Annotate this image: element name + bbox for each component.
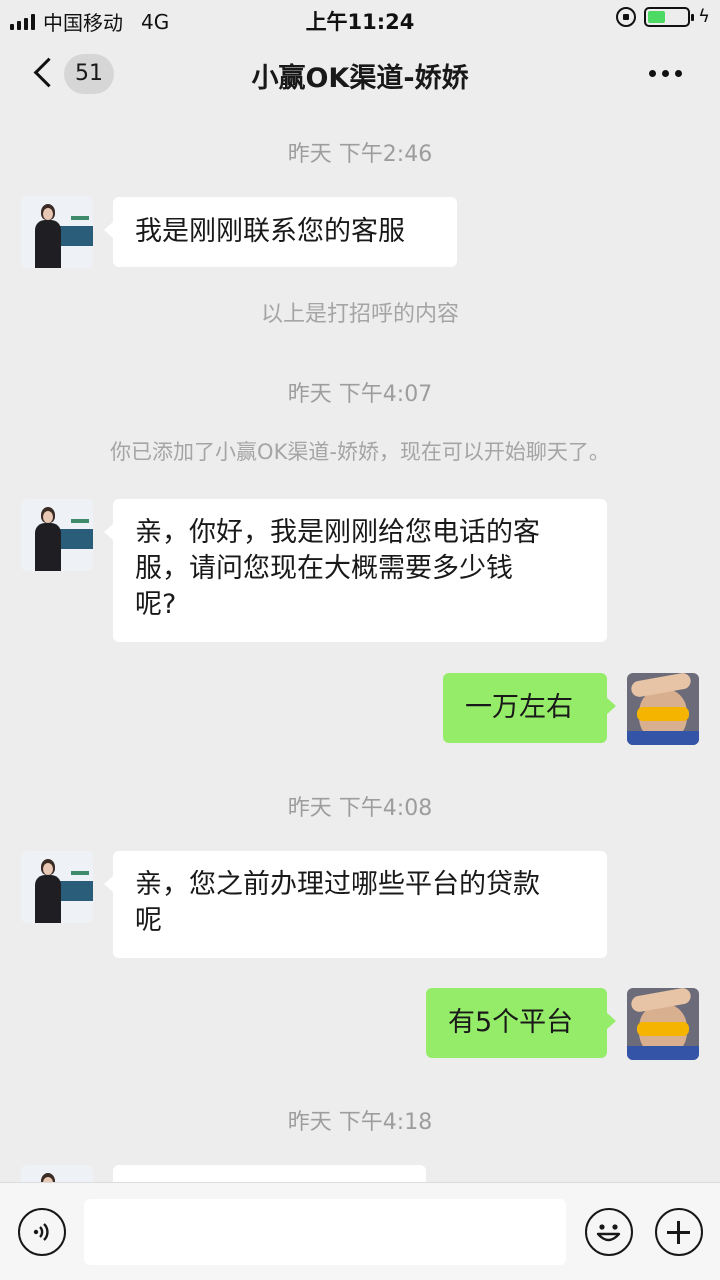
more-dots-icon[interactable] xyxy=(649,70,682,77)
agent-avatar[interactable] xyxy=(21,499,93,571)
outgoing-message[interactable]: 一万左右 xyxy=(443,673,616,743)
plus-icon[interactable] xyxy=(655,1208,703,1256)
timestamp: 昨天 下午4:07 xyxy=(287,382,433,407)
agent-avatar[interactable] xyxy=(21,196,93,268)
message-line: 呢? xyxy=(135,589,177,620)
agent-avatar[interactable] xyxy=(21,851,93,923)
timestamp: 昨天 下午4:18 xyxy=(287,1110,433,1135)
user-avatar[interactable] xyxy=(627,988,699,1060)
status-bar: 中国移动 4G 上午11:24 ϟ xyxy=(0,0,720,36)
rotation-lock-icon xyxy=(616,6,637,27)
system-note: 你已添加了小赢OK渠道-娇娇，现在可以开始聊天了。 xyxy=(110,440,610,464)
outgoing-message[interactable]: 有5个平台 xyxy=(426,988,616,1058)
input-bar xyxy=(0,1182,720,1280)
message-line: 亲，你好，我是刚刚给您电话的客 xyxy=(135,517,540,548)
message-line: 服，请问您现在大概需要多少钱 xyxy=(135,553,513,584)
timestamp: 昨天 下午4:08 xyxy=(287,796,433,821)
status-right: ϟ xyxy=(616,6,710,27)
incoming-message-partial[interactable] xyxy=(113,1165,426,1182)
charging-icon: ϟ xyxy=(698,6,710,27)
system-note: 以上是打招呼的内容 xyxy=(260,302,459,327)
timestamp: 昨天 下午2:46 xyxy=(287,142,433,167)
incoming-message[interactable]: 我是刚刚联系您的客服 xyxy=(104,197,457,267)
message-input[interactable] xyxy=(84,1199,566,1265)
battery-icon xyxy=(644,6,695,27)
incoming-message[interactable]: 亲，您之前办理过哪些平台的贷款 呢 xyxy=(104,851,607,958)
voice-icon[interactable] xyxy=(18,1208,66,1256)
unread-count-badge[interactable]: 51 xyxy=(64,54,114,94)
emoji-icon[interactable] xyxy=(585,1208,633,1256)
back-icon[interactable] xyxy=(30,56,60,90)
chat-title: 小赢OK渠道-娇娇 xyxy=(251,63,469,94)
user-avatar[interactable] xyxy=(627,673,699,745)
incoming-message[interactable]: 亲，你好，我是刚刚给您电话的客 服，请问您现在大概需要多少钱 呢? xyxy=(104,499,607,642)
message-line: 呢 xyxy=(135,905,162,936)
agent-avatar[interactable] xyxy=(21,1165,93,1182)
message-list[interactable]: 昨天 下午2:46 我是刚刚联系您的客服 以上是打招呼的内容 昨天 下午4:07… xyxy=(0,112,720,1182)
status-time: 上午11:24 xyxy=(305,10,415,34)
chat-header: 51 小赢OK渠道-娇娇 xyxy=(0,36,720,112)
message-line: 亲，您之前办理过哪些平台的贷款 xyxy=(135,869,540,900)
